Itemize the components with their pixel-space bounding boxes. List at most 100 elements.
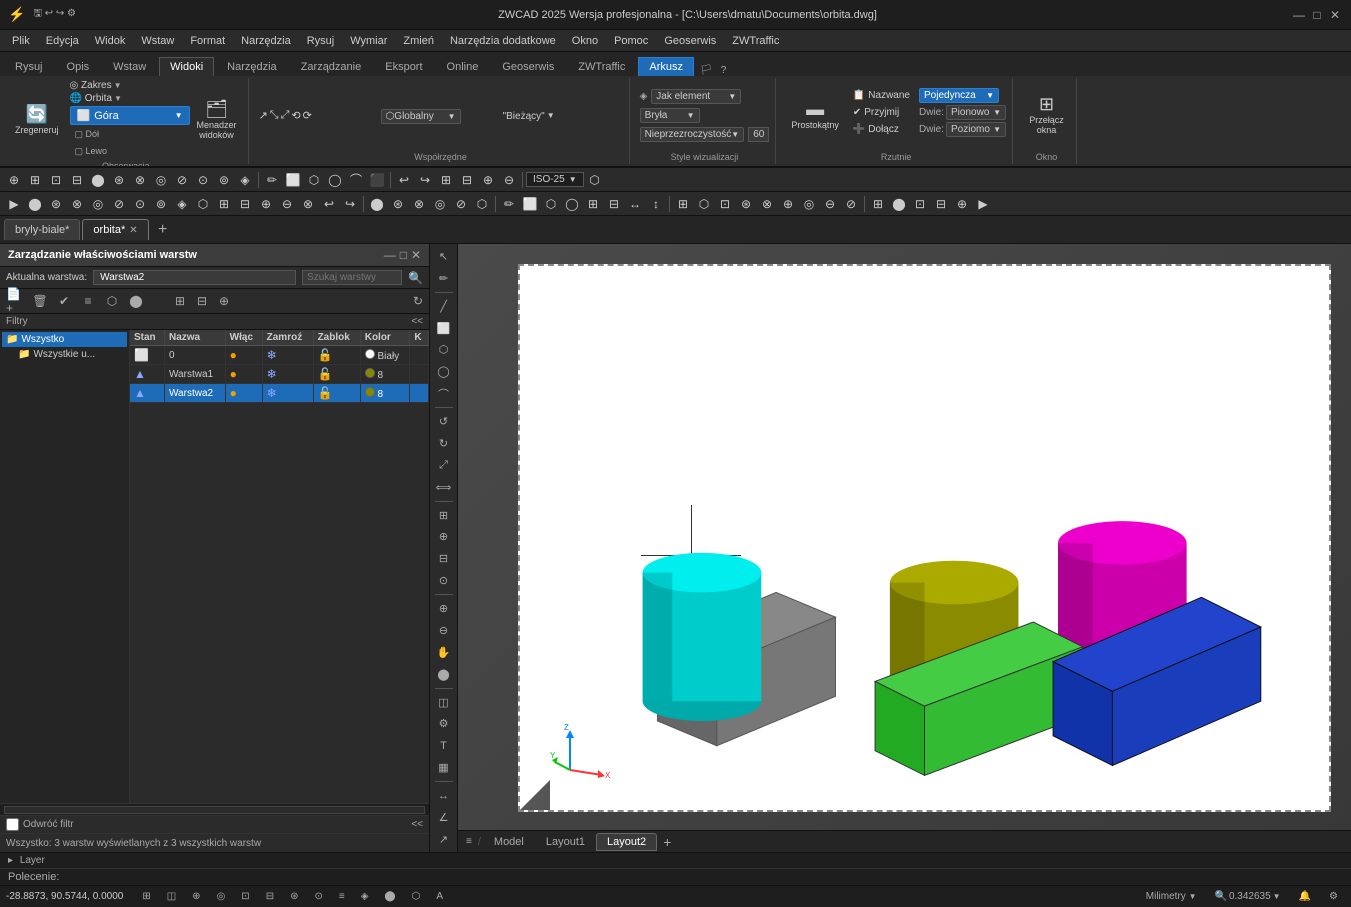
tb2-b43[interactable]: ⊡ xyxy=(910,194,930,214)
side-scale-btn[interactable]: ⤢ xyxy=(432,455,456,476)
iso-arrow[interactable]: ▼ xyxy=(569,175,577,184)
tb2-b38[interactable]: ◎ xyxy=(799,194,819,214)
tb-draw2[interactable]: ⬜ xyxy=(283,170,303,190)
layer-panel-close[interactable]: ✕ xyxy=(411,248,421,262)
tb-snap1[interactable]: ⊕ xyxy=(4,170,24,190)
menu-geoserwis[interactable]: Geoserwis xyxy=(656,33,724,49)
tb2-b15[interactable]: ⊗ xyxy=(298,194,318,214)
jak-element-dropdown[interactable]: Jak element ▼ xyxy=(651,89,741,104)
menu-edycja[interactable]: Edycja xyxy=(38,33,87,49)
add-layout-btn[interactable]: + xyxy=(657,834,677,850)
tb-mod1[interactable]: ↩ xyxy=(394,170,414,190)
layer-scrollbar-h[interactable] xyxy=(4,806,425,814)
reverse-filter-checkbox[interactable] xyxy=(6,818,19,831)
side-circle-btn[interactable]: ◯ xyxy=(432,361,456,382)
tb-draw4[interactable]: ◯ xyxy=(325,170,345,190)
tb-snap12[interactable]: ◈ xyxy=(235,170,255,190)
tab-widoki[interactable]: Widoki xyxy=(159,57,214,76)
tb2-b12[interactable]: ⊟ xyxy=(235,194,255,214)
side-rotate-cw[interactable]: ↻ xyxy=(432,433,456,454)
transparency-btn[interactable]: ◈ xyxy=(354,889,376,904)
tab-arkusz[interactable]: Arkusz xyxy=(638,57,694,76)
tb2-b30[interactable]: ↔ xyxy=(625,194,645,214)
tb2-b18[interactable]: ⬤ xyxy=(367,194,387,214)
layer-w2-wlac[interactable]: ● xyxy=(225,384,262,403)
notifications-btn[interactable]: 🔔 xyxy=(1292,889,1318,904)
side-rotate-ccw[interactable]: ↺ xyxy=(432,411,456,432)
dolacz-btn[interactable]: ➕ Dołącz xyxy=(848,122,915,137)
tb2-b39[interactable]: ⊖ xyxy=(820,194,840,214)
side-3d-btn[interactable]: ⬤ xyxy=(432,664,456,685)
layer-merge-btn[interactable]: ⊞ xyxy=(170,292,190,310)
side-select-btn[interactable]: ↖ xyxy=(432,246,456,267)
side-snap-btn[interactable]: ⊕ xyxy=(432,527,456,548)
side-zoom-out-btn[interactable]: ⊖ xyxy=(432,620,456,641)
tb-draw1[interactable]: ✏ xyxy=(262,170,282,190)
side-grid-btn[interactable]: ⊞ xyxy=(432,505,456,526)
tb-snap3[interactable]: ⊡ xyxy=(46,170,66,190)
tb2-b35[interactable]: ⊛ xyxy=(736,194,756,214)
bottom-tabs-menu[interactable]: ≡ xyxy=(462,836,476,847)
tab-online[interactable]: Online xyxy=(436,57,490,76)
tb-snap2[interactable]: ⊞ xyxy=(25,170,45,190)
tb2-b31[interactable]: ↕ xyxy=(646,194,666,214)
tb2-b22[interactable]: ⊘ xyxy=(451,194,471,214)
layer-toolbar-btn6[interactable]: ⬤ xyxy=(126,292,146,310)
layer-toolbar-btn4[interactable]: ≡ xyxy=(78,292,98,310)
tb2-b6[interactable]: ⊘ xyxy=(109,194,129,214)
layer-w1-zamroz[interactable]: ❄ xyxy=(262,365,313,384)
tab-wstaw[interactable]: Wstaw xyxy=(102,57,157,76)
side-zoom-in-btn[interactable]: ⊕ xyxy=(432,598,456,619)
tb2-b41[interactable]: ⊞ xyxy=(868,194,888,214)
menu-plik[interactable]: Plik xyxy=(4,33,38,49)
tb2-b3[interactable]: ⊛ xyxy=(46,194,66,214)
tb2-b20[interactable]: ⊗ xyxy=(409,194,429,214)
snap-mode-btn[interactable]: ◫ xyxy=(160,889,183,904)
tab-zarzadzanie[interactable]: Zarządzanie xyxy=(290,57,373,76)
layer-w1-zablok[interactable]: 🔓 xyxy=(313,365,360,384)
menu-narzedzia-dodatkowe[interactable]: Narzędzia dodatkowe xyxy=(442,33,564,49)
tab-rysuj[interactable]: Rysuj xyxy=(4,57,54,76)
layer-filter-btn[interactable]: ⊟ xyxy=(192,292,212,310)
tb-draw3[interactable]: ⬡ xyxy=(304,170,324,190)
command-input[interactable] xyxy=(67,871,1343,883)
layer-w2-kolor[interactable]: 8 xyxy=(360,384,410,403)
pionowo-dropdown[interactable]: Pionowo ▼ xyxy=(946,105,1006,120)
tb-snap7[interactable]: ⊗ xyxy=(130,170,150,190)
tb2-b8[interactable]: ⊚ xyxy=(151,194,171,214)
viewport-canvas[interactable]: Z X Y xyxy=(458,244,1351,852)
pojedyncza-dropdown[interactable]: Pojedyncza ▼ xyxy=(919,88,999,103)
menu-wstaw[interactable]: Wstaw xyxy=(133,33,182,49)
side-layer-btn[interactable]: ◫ xyxy=(432,692,456,713)
menu-format[interactable]: Format xyxy=(182,33,233,49)
snap-grid-btn[interactable]: ⊞ xyxy=(135,889,157,904)
otrack-btn[interactable]: ⊟ xyxy=(259,889,281,904)
side-text-btn[interactable]: T xyxy=(432,735,456,756)
tb2-b9[interactable]: ◈ xyxy=(172,194,192,214)
prostokat-button[interactable]: ▬ Prostokątny xyxy=(786,88,844,143)
layer-refresh-btn[interactable]: ↻ xyxy=(413,294,423,308)
side-leader-btn[interactable]: ↗ xyxy=(432,829,456,850)
poziomo-dropdown[interactable]: Poziomo ▼ xyxy=(946,122,1006,137)
osnap-btn[interactable]: ⊡ xyxy=(234,889,256,904)
tb2-b37[interactable]: ⊕ xyxy=(778,194,798,214)
side-point-btn[interactable]: ✏ xyxy=(432,268,456,289)
select-btn[interactable]: ⬡ xyxy=(405,889,428,904)
tb-mod4[interactable]: ⊟ xyxy=(457,170,477,190)
tb2-b27[interactable]: ◯ xyxy=(562,194,582,214)
layout1-tab[interactable]: Layout1 xyxy=(535,833,596,851)
tb-extra1[interactable]: ⬡ xyxy=(585,170,605,190)
layer-0-wlac[interactable]: ● xyxy=(225,346,262,365)
tb2-b40[interactable]: ⊘ xyxy=(841,194,861,214)
tb2-b5[interactable]: ◎ xyxy=(88,194,108,214)
settings-btn[interactable]: ⚙ xyxy=(1322,889,1345,904)
layer-toolbar-btn5[interactable]: ⬡ xyxy=(102,292,122,310)
tb2-b11[interactable]: ⊞ xyxy=(214,194,234,214)
units-dropdown[interactable]: Milimetry ▼ xyxy=(1139,889,1204,904)
tb2-b2[interactable]: ⬤ xyxy=(25,194,45,214)
polar-btn[interactable]: ◎ xyxy=(210,889,233,904)
tb-mod6[interactable]: ⊖ xyxy=(499,170,519,190)
tb2-b36[interactable]: ⊗ xyxy=(757,194,777,214)
layer-new-btn[interactable]: 📄+ xyxy=(6,292,26,310)
tb-snap6[interactable]: ⊛ xyxy=(109,170,129,190)
